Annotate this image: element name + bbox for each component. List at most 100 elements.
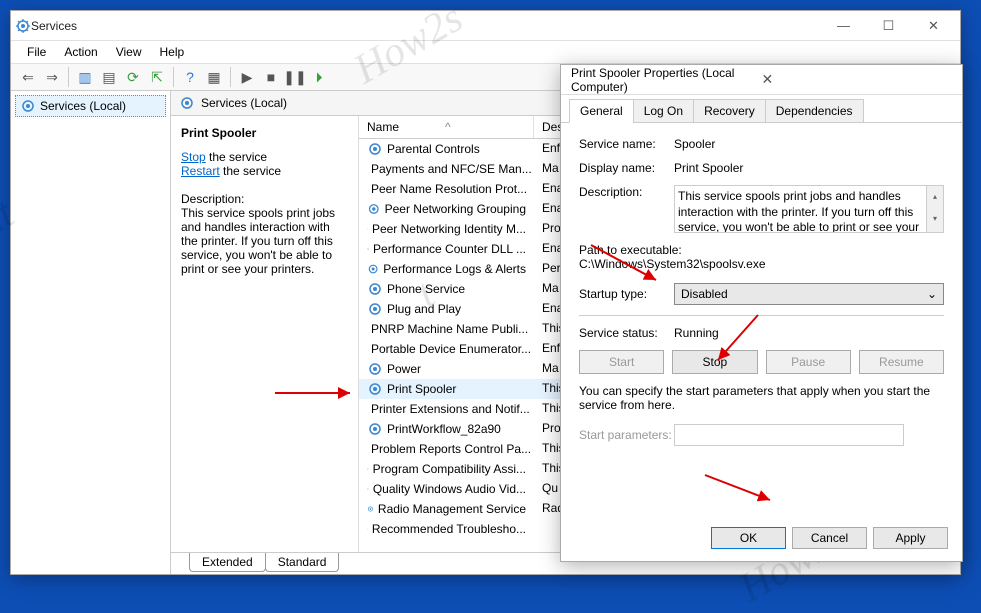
tab-general[interactable]: General	[569, 99, 634, 123]
gear-icon	[367, 301, 383, 317]
close-button[interactable]: ✕	[911, 12, 956, 40]
service-name-cell: Payments and NFC/SE Man...	[371, 162, 532, 176]
menu-view[interactable]: View	[108, 43, 150, 61]
lbl-path: Path to executable:	[579, 243, 944, 257]
val-display-name: Print Spooler	[674, 161, 944, 175]
hint-text: You can specify the start parameters tha…	[579, 384, 944, 412]
stop-button[interactable]: Stop	[672, 350, 757, 374]
close-icon[interactable]: ✕	[762, 71, 953, 88]
help-icon[interactable]: ?	[179, 66, 201, 88]
pause-button: Pause	[766, 350, 851, 374]
gear-icon	[367, 361, 383, 377]
gear-icon	[367, 421, 383, 437]
val-service-name: Spooler	[674, 137, 944, 151]
service-name-cell: Printer Extensions and Notif...	[371, 402, 530, 416]
detail-pane: Print Spooler Stop the service Restart t…	[171, 116, 359, 552]
gear-icon	[367, 521, 368, 537]
menu-action[interactable]: Action	[56, 43, 105, 61]
start-service-icon[interactable]: ▶	[236, 66, 258, 88]
dialog-title: Print Spooler Properties (Local Computer…	[571, 66, 762, 94]
restart-link[interactable]: Restart	[181, 164, 220, 178]
lbl-start-params: Start parameters:	[579, 428, 674, 442]
startup-type-combo[interactable]: Disabled ⌄	[674, 283, 944, 305]
chevron-down-icon: ⌄	[927, 287, 937, 301]
content-title: Services (Local)	[201, 96, 287, 110]
tree-root-label: Services (Local)	[40, 99, 126, 113]
service-name-cell: PNRP Machine Name Publi...	[371, 322, 528, 336]
minimize-button[interactable]: —	[821, 12, 866, 40]
service-name-cell: Print Spooler	[387, 382, 456, 396]
refresh-icon[interactable]: ⟳	[122, 66, 144, 88]
lbl-status: Service status:	[579, 326, 674, 340]
gear-icon	[179, 95, 195, 111]
tab-dependencies[interactable]: Dependencies	[765, 99, 864, 123]
service-name-cell: Peer Networking Identity M...	[372, 222, 526, 236]
export-icon[interactable]: ⇱	[146, 66, 168, 88]
gear-icon	[367, 461, 369, 477]
service-name-cell: Plug and Play	[387, 302, 461, 316]
selected-service-name: Print Spooler	[181, 126, 348, 140]
apply-button[interactable]: Apply	[873, 527, 948, 549]
col-name[interactable]: Name^	[359, 116, 534, 138]
tab-extended[interactable]: Extended	[189, 553, 266, 572]
start-button: Start	[579, 350, 664, 374]
desc-text: This service spools print jobs and handl…	[181, 206, 348, 276]
service-name-cell: Portable Device Enumerator...	[371, 342, 531, 356]
dialog-titlebar: Print Spooler Properties (Local Computer…	[561, 65, 962, 95]
val-description[interactable]: This service spools print jobs and handl…	[674, 185, 944, 233]
service-name-cell: Quality Windows Audio Vid...	[373, 482, 526, 496]
show-hide-tree-icon[interactable]: ▥	[74, 66, 96, 88]
gear-icon	[367, 261, 379, 277]
menu-help[interactable]: Help	[152, 43, 193, 61]
service-name-cell: Power	[387, 362, 421, 376]
menu-file[interactable]: File	[19, 43, 54, 61]
stop-link[interactable]: Stop	[181, 150, 206, 164]
window-title: Services	[31, 19, 821, 33]
lbl-startup-type: Startup type:	[579, 287, 674, 301]
service-name-cell: Radio Management Service	[378, 502, 526, 516]
gear-icon	[367, 141, 383, 157]
gear-icon	[367, 221, 368, 237]
pause-service-icon[interactable]: ❚❚	[284, 66, 306, 88]
dialog-tabs: General Log On Recovery Dependencies	[561, 95, 962, 123]
cancel-button[interactable]: Cancel	[792, 527, 867, 549]
back-icon[interactable]: ⇐	[17, 66, 39, 88]
tree-root-item[interactable]: Services (Local)	[15, 95, 166, 117]
properties-icon[interactable]: ▤	[98, 66, 120, 88]
service-name-cell: Parental Controls	[387, 142, 480, 156]
menubar: File Action View Help	[11, 41, 960, 63]
stop-service-icon[interactable]: ■	[260, 66, 282, 88]
service-name-cell: Performance Logs & Alerts	[383, 262, 526, 276]
titlebar: Services — ☐ ✕	[11, 11, 960, 41]
services-icon	[15, 18, 31, 34]
tab-logon[interactable]: Log On	[633, 99, 694, 123]
service-name-cell: Peer Name Resolution Prot...	[371, 182, 527, 196]
restart-service-icon[interactable]: ⏵	[308, 66, 330, 88]
gear-icon	[367, 381, 383, 397]
gear-icon	[367, 481, 369, 497]
ok-button[interactable]: OK	[711, 527, 786, 549]
service-name-cell: Peer Networking Grouping	[385, 202, 526, 216]
resume-button: Resume	[859, 350, 944, 374]
gear-icon	[367, 281, 383, 297]
lbl-display-name: Display name:	[579, 161, 674, 175]
forward-icon[interactable]: ⇒	[41, 66, 63, 88]
start-params-input	[674, 424, 904, 446]
properties-dialog: Print Spooler Properties (Local Computer…	[560, 64, 963, 562]
action-icon[interactable]: ▦	[203, 66, 225, 88]
lbl-description: Description:	[579, 185, 674, 199]
tree-pane: Services (Local)	[11, 91, 171, 574]
service-name-cell: Problem Reports Control Pa...	[371, 442, 531, 456]
val-path: C:\Windows\System32\spoolsv.exe	[579, 257, 944, 271]
service-name-cell: PrintWorkflow_82a90	[387, 422, 501, 436]
tab-standard[interactable]: Standard	[265, 553, 340, 572]
desc-label: Description:	[181, 192, 348, 206]
service-name-cell: Program Compatibility Assi...	[373, 462, 526, 476]
lbl-service-name: Service name:	[579, 137, 674, 151]
gear-icon	[20, 98, 36, 114]
service-name-cell: Performance Counter DLL ...	[373, 242, 526, 256]
maximize-button[interactable]: ☐	[866, 12, 911, 40]
val-status: Running	[674, 326, 944, 340]
service-name-cell: Recommended Troublesho...	[372, 522, 526, 536]
tab-recovery[interactable]: Recovery	[693, 99, 766, 123]
